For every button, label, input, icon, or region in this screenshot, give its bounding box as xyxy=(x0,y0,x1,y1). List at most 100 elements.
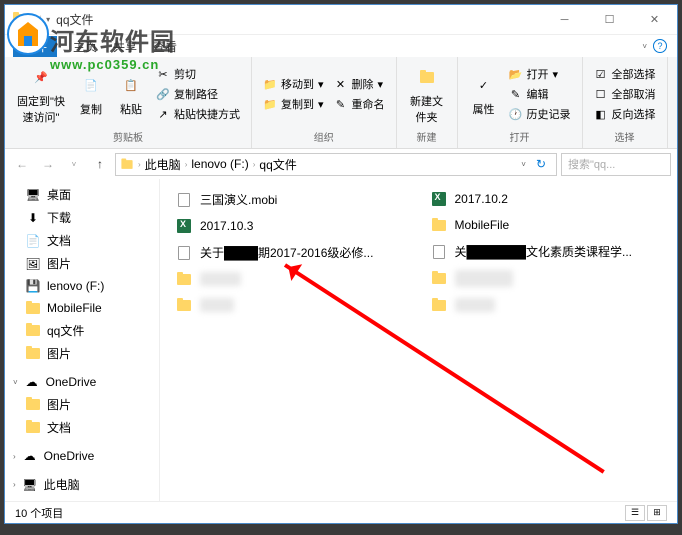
sidebar-item-mobilefile[interactable]: MobileFile xyxy=(5,297,159,319)
explorer-window: | ▾ qq文件 ─ ☐ ✕ 文件 主页 共享 查看 ˅ ? 📌 固定到"快速访… xyxy=(4,4,678,524)
view-icons-button[interactable]: ⊞ xyxy=(647,505,667,521)
properties-icon: ✓ xyxy=(470,71,498,99)
file-list: 三国演义.mobi 2017.10.3 关于████期2017-2016级必修.… xyxy=(160,179,677,501)
sidebar-item-onedrive2[interactable]: ›☁OneDrive xyxy=(5,445,159,467)
copy-button[interactable]: 📄 复制 xyxy=(73,69,109,119)
file-item[interactable]: 2017.10.2 xyxy=(429,189,664,209)
cut-button[interactable]: ✂剪切 xyxy=(153,65,243,83)
ribbon-group-select: ☑全部选择 ☐全部取消 ◧反向选择 选择 xyxy=(583,57,668,148)
sidebar-item-pictures[interactable]: 🖼图片 xyxy=(5,252,159,275)
back-button[interactable]: ← xyxy=(11,153,33,175)
selectall-button[interactable]: ☑全部选择 xyxy=(591,65,659,83)
file-item[interactable]: 关███████文化素质类课程学... xyxy=(429,241,664,262)
window-title: qq文件 xyxy=(56,11,542,28)
delete-icon: ✕ xyxy=(334,77,348,91)
paste-icon: 📋 xyxy=(117,71,145,99)
sidebar-item-onedrive[interactable]: ˅☁OneDrive xyxy=(5,371,159,393)
moveto-button[interactable]: 📁移动到 ▾ xyxy=(260,75,327,93)
tab-home[interactable]: 主页 xyxy=(73,38,97,55)
search-input[interactable]: 搜索"qq... xyxy=(561,153,671,176)
ribbon-group-new: 新建文件夹 新建 xyxy=(397,57,458,148)
maximize-button[interactable]: ☐ xyxy=(587,5,632,35)
rename-button[interactable]: ✎重命名 xyxy=(331,95,388,113)
invertsel-button[interactable]: ◧反向选择 xyxy=(591,105,659,123)
close-button[interactable]: ✕ xyxy=(632,5,677,35)
drive-icon: 💾 xyxy=(25,278,41,294)
newfolder-button[interactable]: 新建文件夹 xyxy=(405,61,449,127)
view-details-button[interactable]: ☰ xyxy=(625,505,645,521)
bc-dropdown-icon[interactable]: ˅ xyxy=(521,160,526,169)
moveto-icon: 📁 xyxy=(263,77,277,91)
minimize-button[interactable]: ─ xyxy=(542,5,587,35)
properties-button[interactable]: ✓ 属性 xyxy=(466,69,502,119)
file-item[interactable]: 2017.10.3 xyxy=(174,216,409,236)
file-item[interactable]: ████7 xyxy=(429,295,664,315)
clipboard-label: 剪贴板 xyxy=(113,127,143,144)
sidebar-item-documents2[interactable]: 文档 xyxy=(5,416,159,439)
newfolder-icon xyxy=(413,63,441,91)
titlebar: | ▾ qq文件 ─ ☐ ✕ xyxy=(5,5,677,35)
documents-icon: 📄 xyxy=(25,233,41,249)
recent-dropdown-icon[interactable]: ˅ xyxy=(63,153,85,175)
ribbon-group-open: ✓ 属性 📂打开 ▾ ✎编辑 🕐历史记录 打开 xyxy=(458,57,583,148)
open-button[interactable]: 📂打开 ▾ xyxy=(506,65,574,83)
pin-button[interactable]: 📌 固定到"快速访问" xyxy=(13,61,69,127)
pin-icon: 📌 xyxy=(27,63,55,91)
breadcrumb[interactable]: › 此电脑 › lenovo (F:) › qq文件 ˅ ↻ xyxy=(115,153,557,176)
ribbon-collapse-icon[interactable]: ˅ xyxy=(642,42,647,51)
pictures-icon: 🖼 xyxy=(25,256,41,272)
bc-thispc[interactable]: 此电脑 xyxy=(145,156,181,173)
file-item[interactable]: 形████用 xyxy=(429,268,664,289)
edit-icon: ✎ xyxy=(509,87,523,101)
edit-button[interactable]: ✎编辑 xyxy=(506,85,574,103)
selectnone-button[interactable]: ☐全部取消 xyxy=(591,85,659,103)
ribbon: 📌 固定到"快速访问" 📄 复制 📋 粘贴 ✂剪切 🔗复制路径 ↗粘贴快捷方式 xyxy=(5,57,677,149)
forward-button[interactable]: → xyxy=(37,153,59,175)
rename-icon: ✎ xyxy=(334,97,348,111)
file-item[interactable]: 三国演义.mobi xyxy=(174,189,409,210)
organize-label: 组织 xyxy=(314,127,334,144)
sidebar-item-pictures2[interactable]: 图片 xyxy=(5,342,159,365)
bc-folder[interactable]: qq文件 xyxy=(259,156,296,173)
statusbar: 10 个项目 ☰ ⊞ xyxy=(5,501,677,523)
menubar: 文件 主页 共享 查看 ˅ ? xyxy=(5,35,677,57)
sidebar-item-thispc[interactable]: ›🖥此电脑 xyxy=(5,473,159,496)
sidebar-item-pictures3[interactable]: 图片 xyxy=(5,393,159,416)
copypath-button[interactable]: 🔗复制路径 xyxy=(153,85,243,103)
selectall-icon: ☑ xyxy=(594,67,608,81)
qat-dropdown-icon[interactable]: ▾ xyxy=(46,15,50,24)
delete-button[interactable]: ✕删除 ▾ xyxy=(331,75,388,93)
sidebar-item-desktop[interactable]: 🖥桌面 xyxy=(5,183,159,206)
paste-button[interactable]: 📋 粘贴 xyxy=(113,69,149,119)
help-icon[interactable]: ? xyxy=(653,39,667,53)
ribbon-group-clipboard: 📌 固定到"快速访问" 📄 复制 📋 粘贴 ✂剪切 🔗复制路径 ↗粘贴快捷方式 xyxy=(5,57,252,148)
onedrive-icon: ☁ xyxy=(22,448,38,464)
addressbar: ← → ˅ ↑ › 此电脑 › lenovo (F:) › qq文件 ˅ ↻ 搜… xyxy=(5,149,677,179)
copyto-icon: 📁 xyxy=(263,97,277,111)
tab-share[interactable]: 共享 xyxy=(113,38,137,55)
pc-icon: 🖥 xyxy=(22,477,38,493)
sidebar-item-lenovo[interactable]: 💾lenovo (F:) xyxy=(5,275,159,297)
sidebar: 🖥桌面 ⬇下载 📄文档 🖼图片 💾lenovo (F:) MobileFile … xyxy=(5,179,160,501)
refresh-button[interactable]: ↻ xyxy=(530,157,552,171)
file-item[interactable]: ████ xyxy=(174,295,409,315)
copyto-button[interactable]: 📁复制到 ▾ xyxy=(260,95,327,113)
select-label: 选择 xyxy=(615,127,635,144)
open-icon: 📂 xyxy=(509,67,523,81)
history-button[interactable]: 🕐历史记录 xyxy=(506,105,574,123)
sidebar-item-downloads[interactable]: ⬇下载 xyxy=(5,206,159,229)
tab-file[interactable]: 文件 xyxy=(13,36,57,57)
tab-view[interactable]: 查看 xyxy=(153,38,177,55)
file-item[interactable]: MobileFile xyxy=(429,215,664,235)
cut-icon: ✂ xyxy=(156,67,170,81)
up-button[interactable]: ↑ xyxy=(89,153,111,175)
selectnone-icon: ☐ xyxy=(594,87,608,101)
onedrive-icon: ☁ xyxy=(24,374,40,390)
ribbon-group-organize: 📁移动到 ▾ 📁复制到 ▾ ✕删除 ▾ ✎重命名 组织 xyxy=(252,57,397,148)
sidebar-item-documents[interactable]: 📄文档 xyxy=(5,229,159,252)
bc-drive[interactable]: lenovo (F:) xyxy=(191,157,248,171)
desktop-icon: 🖥 xyxy=(25,187,41,203)
invert-icon: ◧ xyxy=(594,107,608,121)
sidebar-item-qqfiles[interactable]: qq文件 xyxy=(5,319,159,342)
paste-shortcut-button[interactable]: ↗粘贴快捷方式 xyxy=(153,105,243,123)
